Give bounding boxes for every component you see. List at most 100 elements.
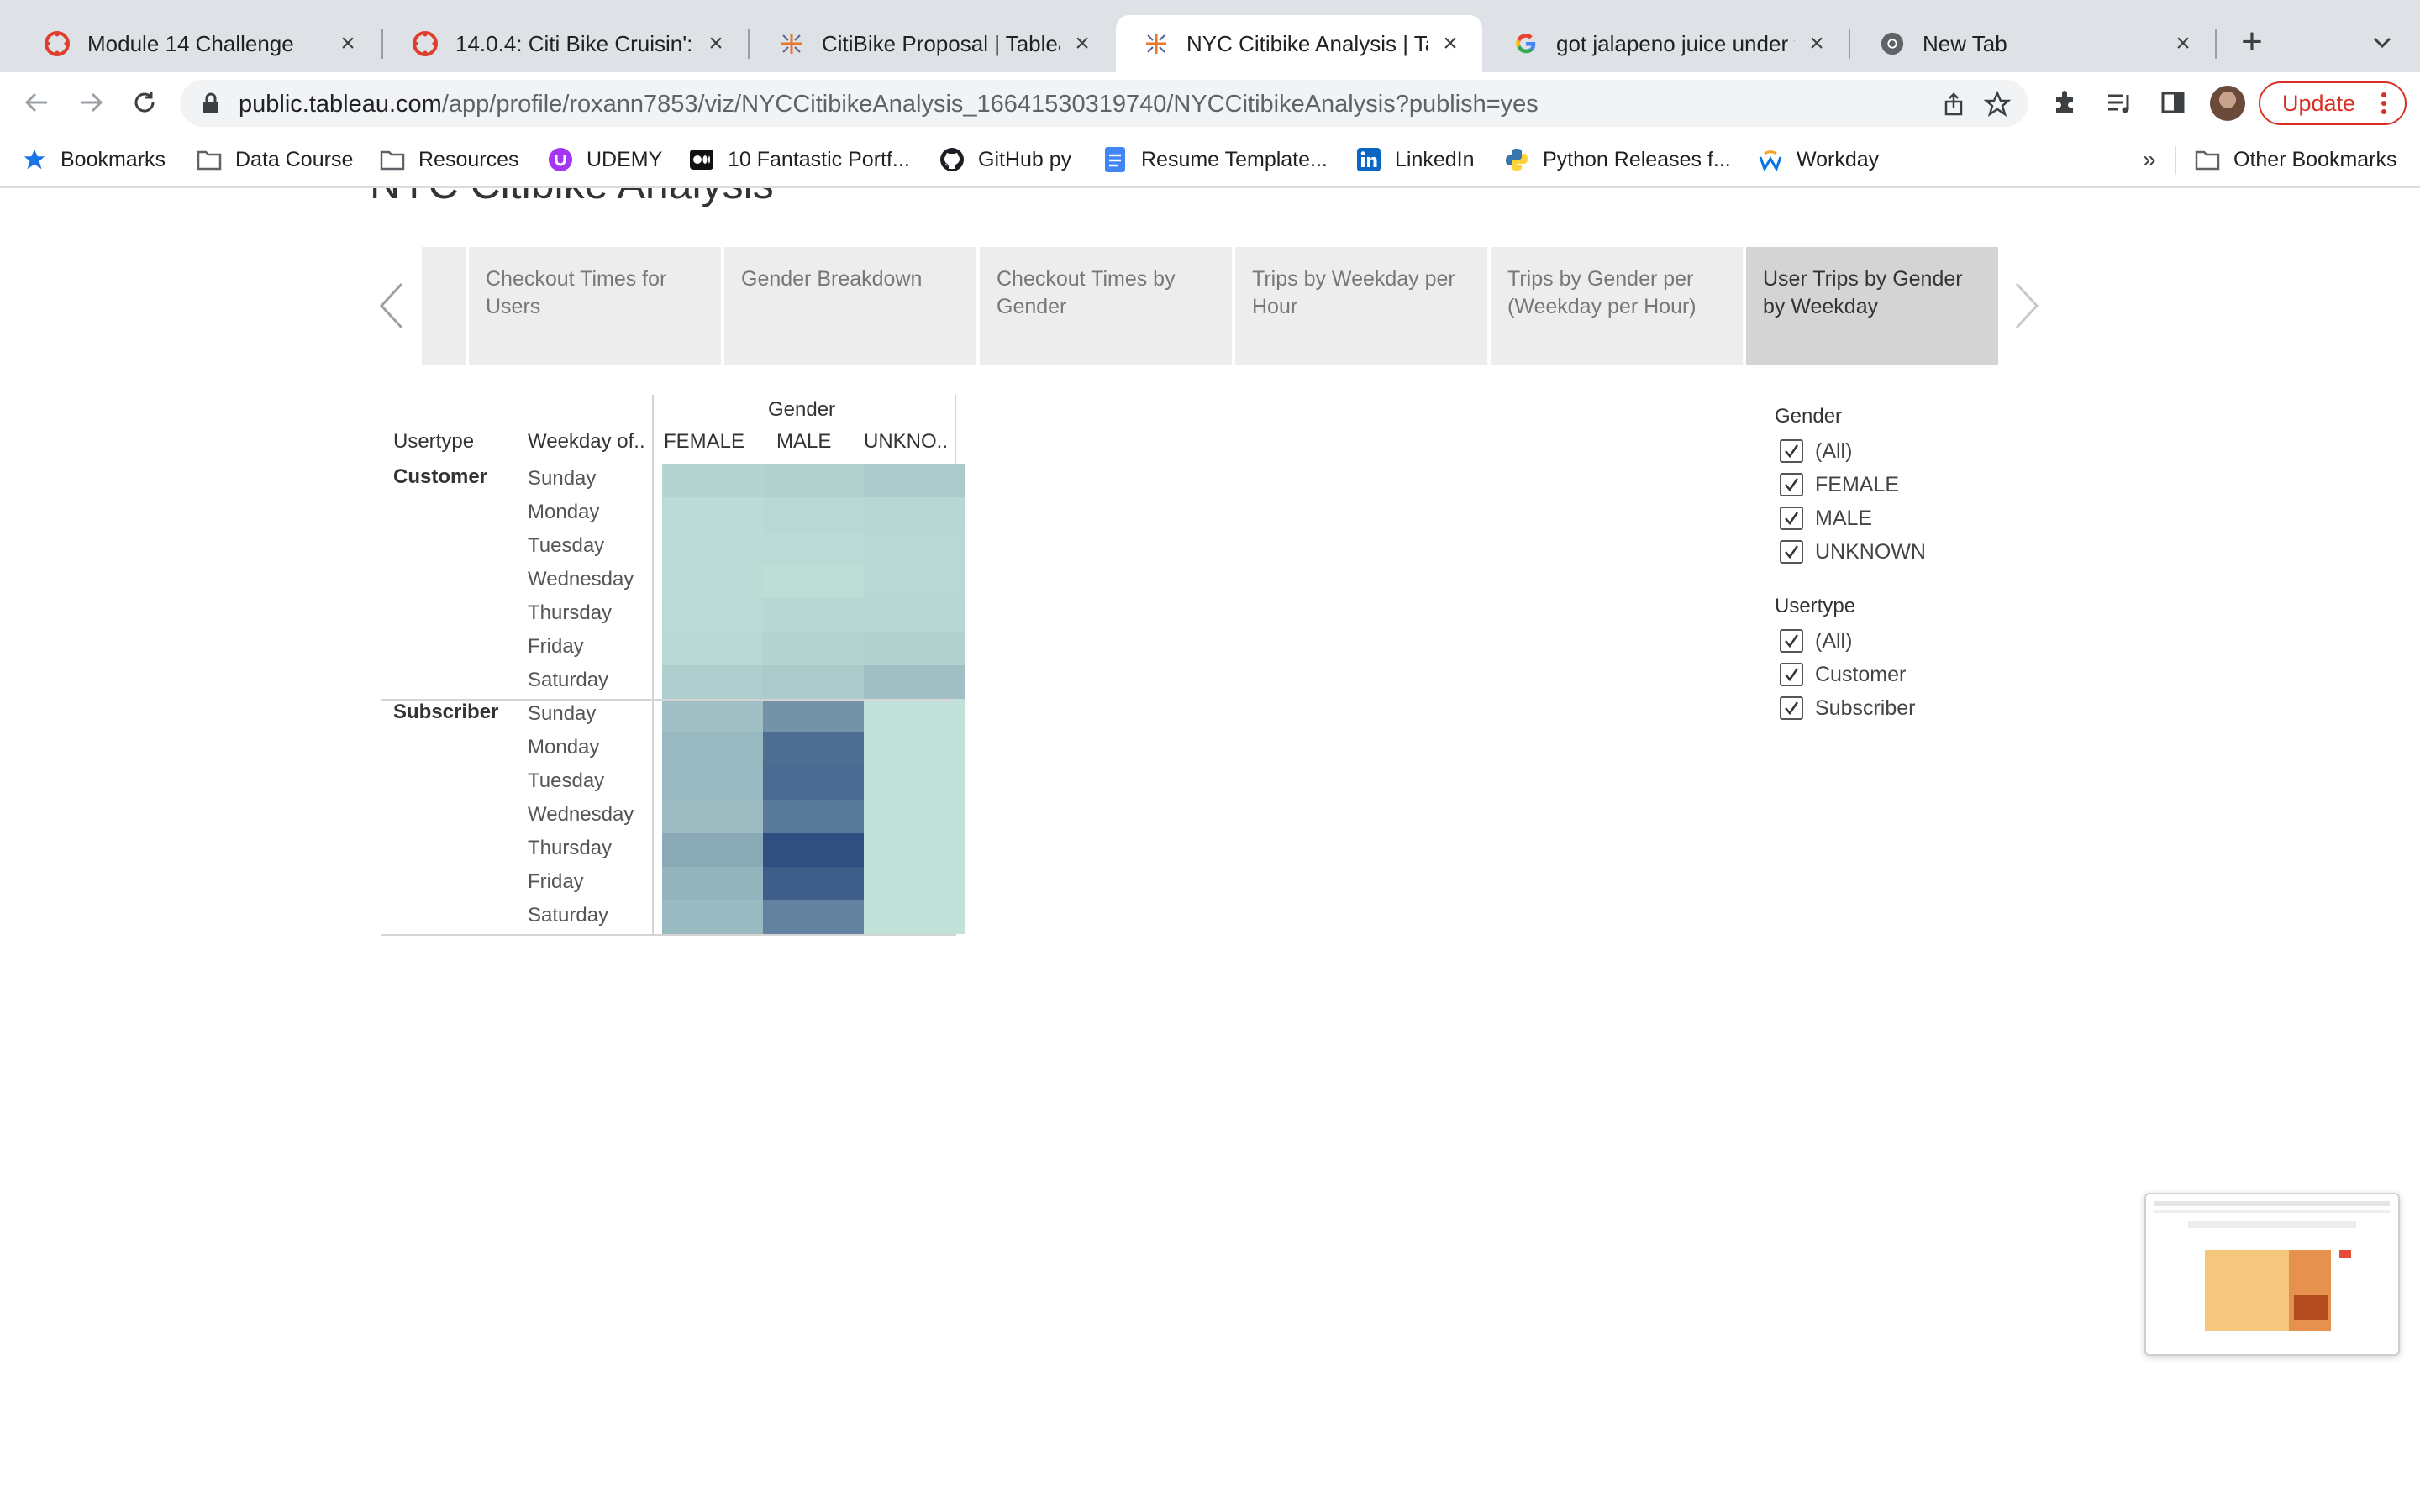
browser-tab[interactable]: Module 14 Challenge × xyxy=(17,15,380,72)
filter-option[interactable]: Subscriber xyxy=(1780,694,1916,722)
reload-button[interactable] xyxy=(126,84,163,121)
story-point[interactable]: Trips by Weekday per Hour xyxy=(1235,247,1487,365)
heatmap-cell[interactable] xyxy=(763,464,864,497)
more-bookmarks-button[interactable]: » xyxy=(2143,146,2156,173)
story-point[interactable]: Trips by Gender per (Weekday per Hour) xyxy=(1491,247,1743,365)
checkbox-checked-icon[interactable] xyxy=(1780,473,1803,496)
close-icon[interactable]: × xyxy=(702,30,729,57)
heatmap-cell[interactable] xyxy=(763,833,864,867)
heatmap-cell[interactable] xyxy=(864,665,965,699)
close-icon[interactable]: × xyxy=(334,30,361,57)
heatmap-cell[interactable] xyxy=(763,531,864,564)
heatmap-cell[interactable] xyxy=(763,732,864,766)
filter-option[interactable]: UNKNOWN xyxy=(1780,538,1926,566)
bookmark-item[interactable]: 10 Fantastic Portf... xyxy=(689,144,910,175)
checkbox-checked-icon[interactable] xyxy=(1780,663,1803,686)
heatmap-cell[interactable] xyxy=(662,497,763,531)
heatmap-cell[interactable] xyxy=(763,699,864,732)
heatmap-cell[interactable] xyxy=(763,665,864,699)
bookmark-item[interactable]: GitHub py xyxy=(939,144,1071,175)
story-point-active[interactable]: User Trips by Gender by Weekday xyxy=(1746,247,1998,365)
heatmap-cell[interactable] xyxy=(662,867,763,900)
heatmap-cell[interactable] xyxy=(864,464,965,497)
browser-tab[interactable]: got jalapeno juice under fin × xyxy=(1486,15,1849,72)
extensions-icon[interactable] xyxy=(2050,87,2081,118)
story-point[interactable]: Gender Breakdown xyxy=(724,247,976,365)
story-next-arrow[interactable] xyxy=(2008,277,2045,334)
share-icon[interactable] xyxy=(1939,90,1968,118)
filter-option[interactable]: Customer xyxy=(1780,660,1906,689)
heatmap-cell[interactable] xyxy=(763,867,864,900)
heatmap-cell[interactable] xyxy=(763,598,864,632)
filter-option[interactable]: (All) xyxy=(1780,627,1852,655)
story-point[interactable]: Checkout Times by Gender xyxy=(980,247,1232,365)
bookmark-item[interactable]: Data Course xyxy=(197,144,353,175)
heatmap-cell[interactable] xyxy=(662,464,763,497)
bookmark-item[interactable]: Workday xyxy=(1758,144,1879,175)
heatmap-cell[interactable] xyxy=(763,766,864,800)
heatmap-cell[interactable] xyxy=(864,564,965,598)
heatmap-cell[interactable] xyxy=(662,732,763,766)
new-tab-button[interactable]: + xyxy=(2235,24,2269,60)
browser-tab[interactable]: CitiBike Proposal | Tableau × xyxy=(751,15,1114,72)
filter-option[interactable]: MALE xyxy=(1780,504,1872,533)
checkbox-checked-icon[interactable] xyxy=(1780,696,1803,720)
checkbox-checked-icon[interactable] xyxy=(1780,629,1803,653)
bookmark-item[interactable]: LinkedIn xyxy=(1356,144,1475,175)
heatmap-cell[interactable] xyxy=(763,800,864,833)
heatmap-cell[interactable] xyxy=(864,732,965,766)
close-icon[interactable]: × xyxy=(1069,30,1096,57)
bookmark-item[interactable]: Resources xyxy=(380,144,519,175)
forward-button[interactable] xyxy=(72,84,109,121)
heatmap-cell[interactable] xyxy=(662,665,763,699)
back-button[interactable] xyxy=(18,84,55,121)
profile-avatar[interactable] xyxy=(2210,86,2245,121)
heatmap-cell[interactable] xyxy=(662,766,763,800)
filter-option[interactable]: (All) xyxy=(1780,437,1852,465)
star-icon[interactable] xyxy=(1983,90,2012,118)
close-icon[interactable]: × xyxy=(1803,30,1830,57)
story-prev-arrow[interactable] xyxy=(373,277,410,334)
heatmap-cell[interactable] xyxy=(662,800,763,833)
browser-tab[interactable]: New Tab × xyxy=(1852,15,2215,72)
thumbnail-preview[interactable] xyxy=(2144,1193,2400,1356)
update-button[interactable]: Update xyxy=(2259,81,2407,125)
heatmap-cell[interactable] xyxy=(864,766,965,800)
heatmap-cell[interactable] xyxy=(864,497,965,531)
story-point-partial[interactable] xyxy=(422,247,466,365)
heatmap-cell[interactable] xyxy=(864,531,965,564)
filter-option[interactable]: FEMALE xyxy=(1780,470,1899,499)
checkbox-checked-icon[interactable] xyxy=(1780,439,1803,463)
story-point[interactable]: Checkout Times for Users xyxy=(469,247,721,365)
checkbox-checked-icon[interactable] xyxy=(1780,507,1803,530)
heatmap-cell[interactable] xyxy=(763,497,864,531)
browser-tab[interactable]: 14.0.4: Citi Bike Cruisin': Bo × xyxy=(385,15,748,72)
close-icon[interactable]: × xyxy=(2170,30,2196,57)
heatmap-cell[interactable] xyxy=(662,598,763,632)
address-bar[interactable]: public.tableau.com/app/profile/roxann785… xyxy=(180,80,2028,127)
heatmap-cell[interactable] xyxy=(864,800,965,833)
heatmap-cell[interactable] xyxy=(662,531,763,564)
bookmark-item[interactable]: Python Releases f... xyxy=(1504,144,1731,175)
bookmark-item[interactable]: UDEMY xyxy=(548,144,662,175)
heatmap-cell[interactable] xyxy=(662,900,763,934)
chevron-down-icon[interactable] xyxy=(2368,29,2396,57)
heatmap-cell[interactable] xyxy=(763,632,864,665)
checkbox-checked-icon[interactable] xyxy=(1780,540,1803,564)
side-panel-icon[interactable] xyxy=(2158,87,2188,118)
heatmap-cell[interactable] xyxy=(763,564,864,598)
heatmap-cell[interactable] xyxy=(864,867,965,900)
browser-tab-active[interactable]: NYC Citibike Analysis | Tabl × xyxy=(1116,15,1482,72)
heatmap-cell[interactable] xyxy=(864,598,965,632)
heatmap-cell[interactable] xyxy=(864,833,965,867)
heatmap-cell[interactable] xyxy=(763,900,864,934)
other-bookmarks[interactable]: Other Bookmarks xyxy=(2195,144,2397,175)
heatmap-cell[interactable] xyxy=(662,564,763,598)
bookmark-item[interactable]: Resume Template... xyxy=(1102,144,1328,175)
heatmap-cell[interactable] xyxy=(864,632,965,665)
heatmap-cell[interactable] xyxy=(662,632,763,665)
heatmap-cell[interactable] xyxy=(864,900,965,934)
bookmark-item[interactable]: Bookmarks xyxy=(22,144,166,175)
reading-list-icon[interactable] xyxy=(2104,87,2134,118)
heatmap-cell[interactable] xyxy=(662,833,763,867)
